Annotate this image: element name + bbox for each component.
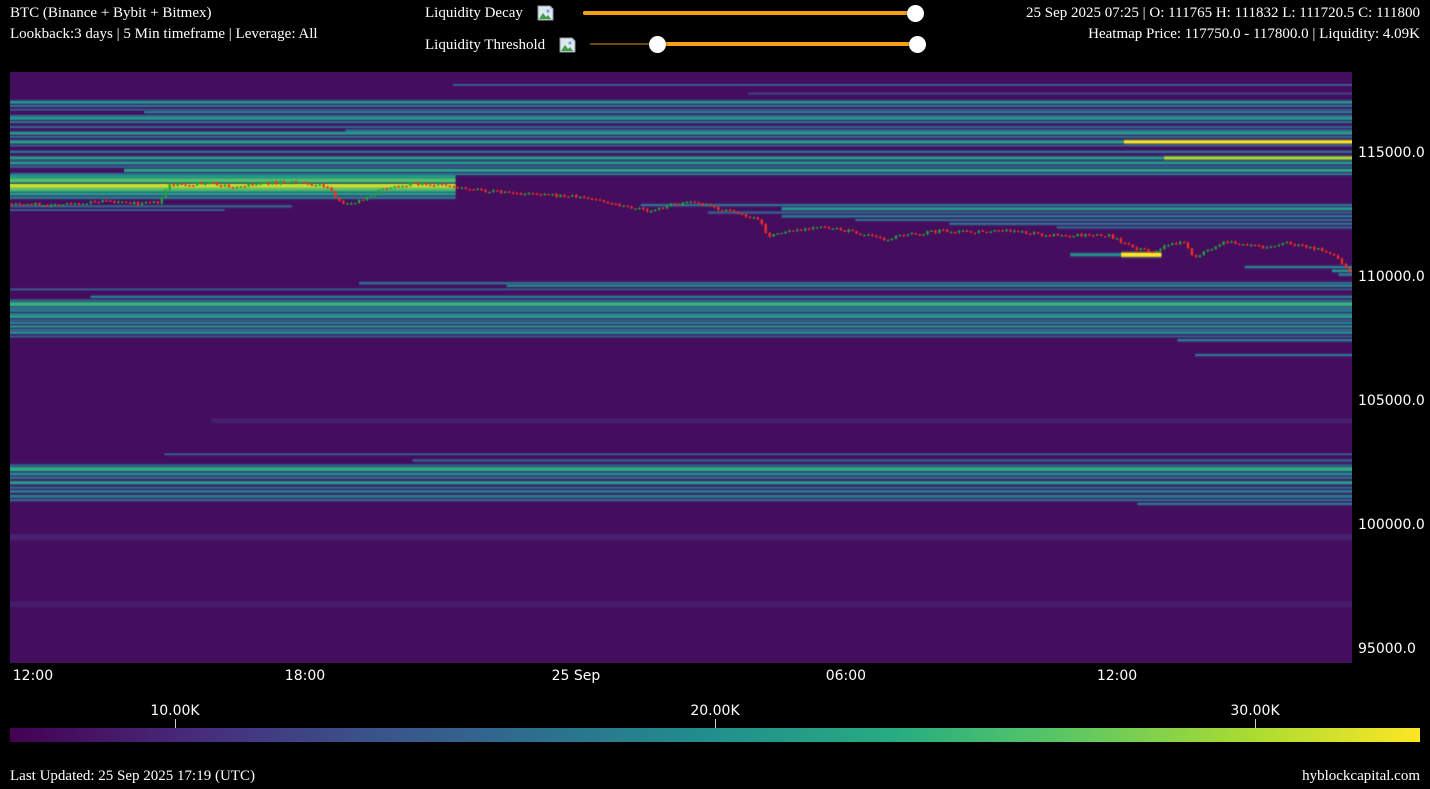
time-tick-label: 25 Sep xyxy=(552,668,601,685)
time-tick-label: 12:00 xyxy=(1097,668,1137,685)
time-tick-label: 12:00 xyxy=(13,668,53,685)
broken-image-icon xyxy=(537,5,554,21)
price-tick-label: 110000.0 xyxy=(1358,269,1425,286)
threshold-track-fill xyxy=(657,42,917,46)
decay-track-fill xyxy=(583,11,915,15)
site-link[interactable]: hyblockcapital.com xyxy=(1302,768,1420,785)
colorbar-tick xyxy=(1255,719,1256,728)
time-tick-label: 18:00 xyxy=(285,668,325,685)
threshold-low-handle[interactable] xyxy=(649,36,666,53)
colorbar-label: 10.00K xyxy=(150,703,199,720)
price-tick-label: 115000.0 xyxy=(1358,145,1425,162)
colorbar-label: 20.00K xyxy=(690,703,739,720)
app-root: { "header": { "title": "BTC (Binance + B… xyxy=(0,0,1430,789)
last-updated-text: Last Updated: 25 Sep 2025 17:19 (UTC) xyxy=(10,768,255,785)
decay-slider-handle[interactable] xyxy=(907,5,924,22)
price-tick-label: 100000.0 xyxy=(1358,517,1425,534)
lookback-info: Lookback:3 days | 5 Min timeframe | Leve… xyxy=(10,25,318,43)
broken-image-icon xyxy=(559,37,576,53)
liquidity-threshold-label: Liquidity Threshold xyxy=(425,36,545,54)
symbol-title: BTC (Binance + Bybit + Bitmex) xyxy=(10,4,211,22)
heatmap-price-info: Heatmap Price: 117750.0 - 117800.0 | Liq… xyxy=(1088,25,1420,43)
header-bar: BTC (Binance + Bybit + Bitmex) Lookback:… xyxy=(0,0,1430,64)
colorbar-tick xyxy=(715,719,716,728)
colorbar-tick xyxy=(175,719,176,728)
price-tick-label: 105000.0 xyxy=(1358,393,1425,410)
colorbar-label: 30.00K xyxy=(1230,703,1279,720)
threshold-high-handle[interactable] xyxy=(909,36,926,53)
price-tick-label: 95000.0 xyxy=(1358,641,1416,658)
liquidity-heatmap-canvas[interactable] xyxy=(10,72,1352,663)
liquidity-decay-label: Liquidity Decay xyxy=(425,4,523,22)
colorbar-gradient xyxy=(10,728,1420,742)
time-tick-label: 06:00 xyxy=(826,668,866,685)
candle-ohlc-info: 25 Sep 2025 07:25 | O: 111765 H: 111832 … xyxy=(1026,4,1420,22)
